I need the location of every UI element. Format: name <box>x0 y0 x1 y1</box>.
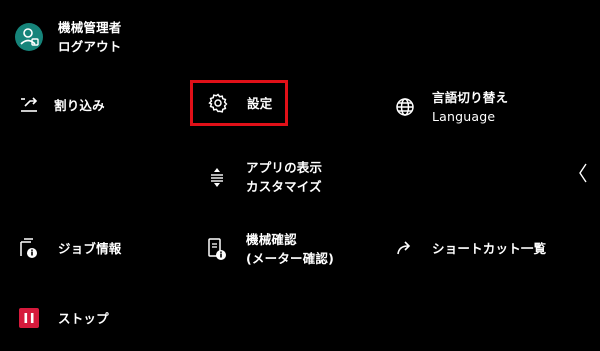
customize-subtitle: カスタマイズ <box>246 179 322 194</box>
customize-title: アプリの表示 <box>246 160 323 175</box>
chevron-left-icon <box>578 162 588 188</box>
job-info-label: ジョブ情報 <box>58 240 122 256</box>
logout-label: ログアウト <box>58 39 122 54</box>
language-title: 言語切り替え <box>432 90 509 105</box>
machine-check-title: 機械確認 <box>246 232 297 247</box>
job-info-icon <box>16 235 42 261</box>
language-label: 言語切り替え Language <box>432 88 508 126</box>
app-display-customize-button[interactable]: アプリの表示 カスタマイズ <box>204 158 322 196</box>
settings-button[interactable]: 設定 <box>190 80 288 126</box>
user-name: 機械管理者 <box>58 20 122 35</box>
shortcut-list-label: ショートカット一覧 <box>432 240 547 256</box>
pause-icon <box>16 305 42 331</box>
machine-check-button[interactable]: 機械確認 (メーター確認) <box>204 230 334 268</box>
sort-icon <box>204 164 230 190</box>
stop-button[interactable]: ストップ <box>16 305 109 331</box>
machine-check-icon <box>204 236 230 262</box>
language-button[interactable]: 言語切り替え Language <box>392 88 508 126</box>
interrupt-icon <box>16 92 42 118</box>
interrupt-label: 割り込み <box>54 97 105 113</box>
collapse-panel-button[interactable] <box>576 162 590 188</box>
customize-label: アプリの表示 カスタマイズ <box>246 158 322 196</box>
shortcut-list-button[interactable]: ショートカット一覧 <box>392 235 546 261</box>
settings-label: 設定 <box>247 95 273 111</box>
interrupt-button[interactable]: 割り込み <box>16 92 105 118</box>
user-label: 機械管理者 ログアウト <box>58 18 122 56</box>
machine-check-label: 機械確認 (メーター確認) <box>246 230 334 268</box>
globe-icon <box>392 94 418 120</box>
gear-icon <box>205 90 231 116</box>
stop-label: ストップ <box>58 310 109 326</box>
machine-check-subtitle: (メーター確認) <box>246 251 335 266</box>
job-info-button[interactable]: ジョブ情報 <box>16 235 122 261</box>
user-logout-button[interactable]: 機械管理者 ログアウト <box>14 18 122 56</box>
language-subtitle: Language <box>432 109 496 124</box>
user-icon <box>14 22 44 52</box>
share-arrow-icon <box>392 235 418 261</box>
